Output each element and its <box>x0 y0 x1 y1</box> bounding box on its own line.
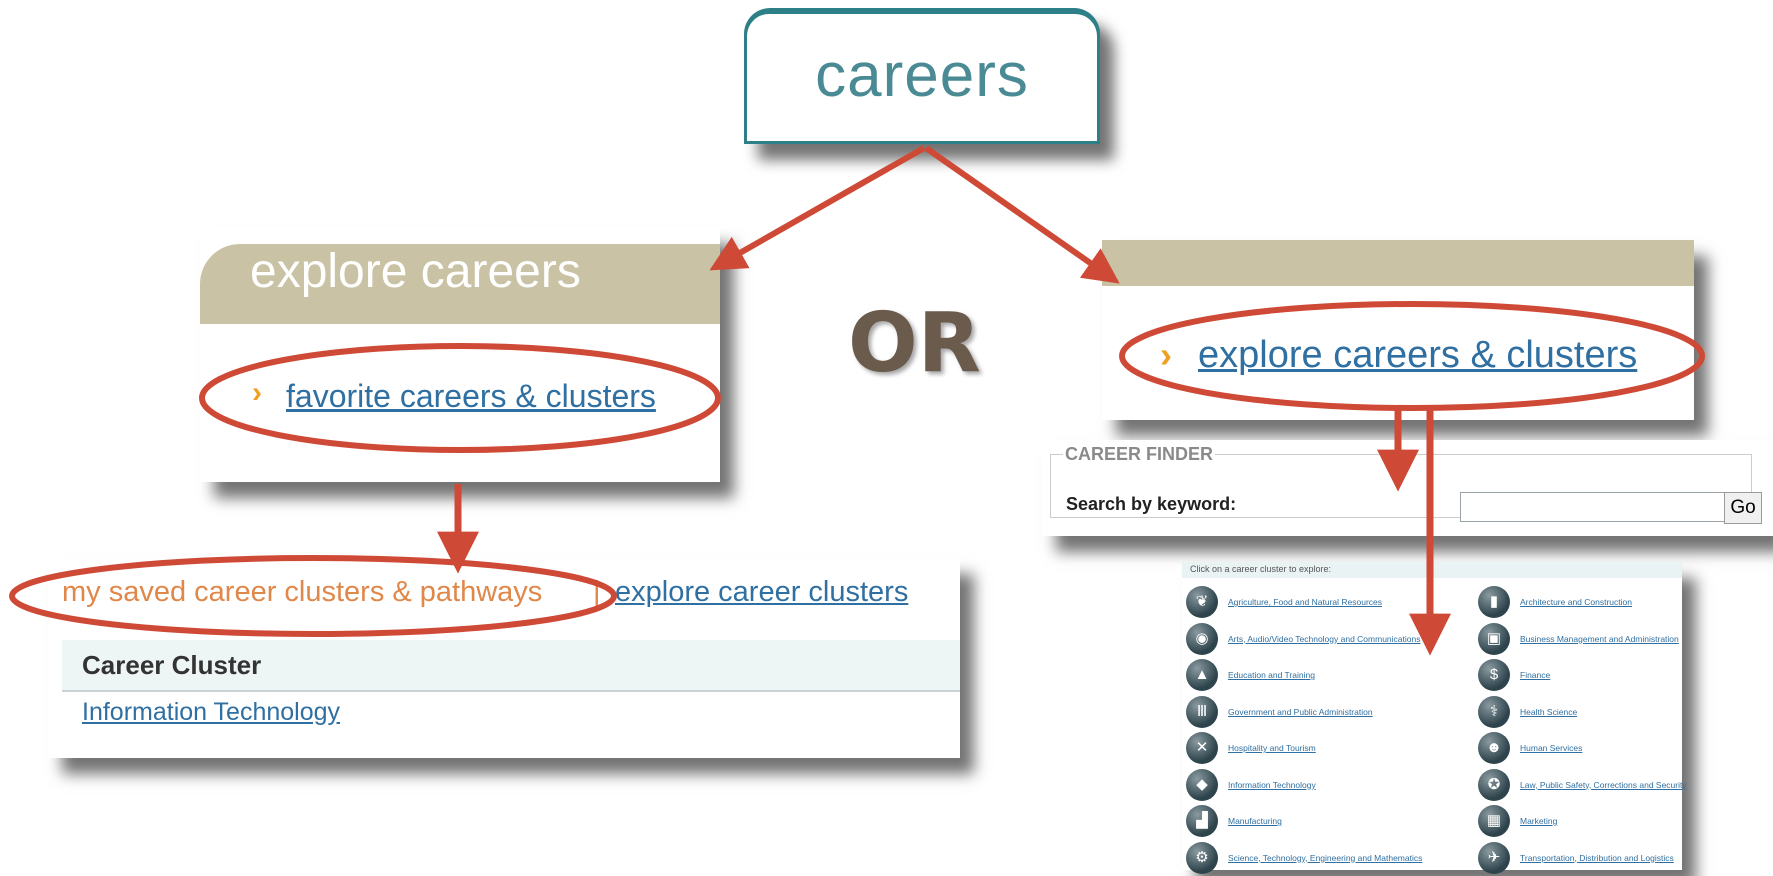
cluster-grid-heading-bar: Click on a career cluster to explore: <box>1182 562 1682 578</box>
graduation-cap-icon: ▲ <box>1186 659 1218 691</box>
cluster-item[interactable]: Ⅲ Government and Public Administration <box>1186 695 1436 730</box>
favorite-careers-link[interactable]: favorite careers & clusters <box>286 378 656 415</box>
or-label: OR <box>848 296 981 391</box>
badge-icon: ✪ <box>1478 768 1510 801</box>
saved-clusters-panel: my saved career clusters & pathways | ex… <box>48 558 960 758</box>
capitol-icon: Ⅲ <box>1186 695 1218 728</box>
career-cluster-grid: Click on a career cluster to explore: ❦ A… <box>1182 562 1687 874</box>
arrow-to-explore-careers <box>709 145 926 271</box>
cluster-item-label[interactable]: Information Technology <box>1228 780 1316 790</box>
cluster-item[interactable]: ▲ Education and Training <box>1186 659 1436 693</box>
briefcase-icon: ▣ <box>1478 622 1510 655</box>
cluster-item-label[interactable]: Hospitality and Tourism <box>1228 743 1316 753</box>
cluster-item-label[interactable]: Manufacturing <box>1228 816 1282 826</box>
explore-careers-title: explore careers <box>250 245 581 298</box>
airplane-icon: ✈ <box>1478 841 1510 874</box>
careers-tab[interactable]: careers <box>744 8 1100 144</box>
cluster-item[interactable]: ❦ Agriculture, Food and Natural Resources <box>1186 586 1436 620</box>
go-button[interactable]: Go <box>1724 492 1762 524</box>
computer-icon: ◆ <box>1186 768 1218 801</box>
career-finder-legend: CAREER FINDER <box>1065 444 1214 464</box>
cluster-item[interactable]: ⚕ Health Science <box>1478 695 1728 730</box>
arrow-to-explore-clusters <box>924 145 1120 284</box>
cluster-item-label[interactable]: Human Services <box>1520 743 1582 753</box>
explore-clusters-header-bar <box>1102 240 1694 286</box>
cluster-item-label[interactable]: Arts, Audio/Video Technology and Communi… <box>1228 634 1420 644</box>
cluster-item-label[interactable]: Science, Technology, Engineering and Mat… <box>1228 853 1422 863</box>
cluster-item[interactable]: ▣ Business Management and Administration <box>1478 622 1728 657</box>
cluster-item-label[interactable]: Government and Public Administration <box>1228 707 1373 717</box>
careers-tab-label: careers <box>815 41 1029 110</box>
explore-careers-panel: explore careers › favorite careers & clu… <box>200 228 720 482</box>
career-finder-panel: CAREER FINDER Search by keyword: Go <box>1042 440 1773 536</box>
cluster-item-label[interactable]: Transportation, Distribution and Logisti… <box>1520 853 1674 863</box>
keyword-search-input[interactable] <box>1460 492 1728 522</box>
cluster-item-label[interactable]: Agriculture, Food and Natural Resources <box>1228 597 1382 607</box>
explore-clusters-panel: › explore careers & clusters <box>1102 240 1694 420</box>
cluster-item[interactable]: ☻ Human Services <box>1478 732 1728 766</box>
factory-icon: ▟ <box>1186 805 1218 837</box>
cluster-item-label[interactable]: Law, Public Safety, Corrections and Secu… <box>1520 780 1687 790</box>
cluster-item[interactable]: ✈ Transportation, Distribution and Logist… <box>1478 841 1728 876</box>
explore-careers-clusters-link[interactable]: explore careers & clusters <box>1198 334 1637 377</box>
cluster-item-label[interactable]: Finance <box>1520 670 1550 680</box>
cluster-item-label[interactable]: Marketing <box>1520 816 1557 826</box>
cluster-item[interactable]: $ Finance <box>1478 659 1728 693</box>
cluster-item[interactable]: ▟ Manufacturing <box>1186 805 1436 839</box>
cluster-item[interactable]: ⚙ Science, Technology, Engineering and Ma… <box>1186 841 1436 876</box>
cluster-grid-heading: Click on a career cluster to explore: <box>1190 564 1332 574</box>
tab-separator: | <box>593 576 601 608</box>
cluster-item-label[interactable]: Business Management and Administration <box>1520 634 1679 644</box>
cluster-item[interactable]: ▦ Marketing <box>1478 805 1728 839</box>
chart-icon: ▦ <box>1478 805 1510 837</box>
cluster-item[interactable]: ✪ Law, Public Safety, Corrections and Sec… <box>1478 768 1728 803</box>
careers-tab-inner: careers <box>747 14 1097 141</box>
cluster-item-label[interactable]: Health Science <box>1520 707 1577 717</box>
tab-explore-career-clusters[interactable]: explore career clusters <box>615 576 908 609</box>
cluster-item[interactable]: ◉ Arts, Audio/Video Technology and Commun… <box>1186 622 1436 657</box>
chevron-right-icon: › <box>252 376 262 409</box>
gears-icon: ⚙ <box>1186 841 1218 874</box>
column-header-career-cluster: Career Cluster <box>82 650 262 680</box>
tab-my-saved-clusters[interactable]: my saved career clusters & pathways <box>62 576 542 609</box>
cluster-item[interactable]: ✕ Hospitality and Tourism <box>1186 732 1436 766</box>
table-header: Career Cluster <box>62 640 960 692</box>
cluster-item[interactable]: ▮ Architecture and Construction <box>1478 586 1728 620</box>
money-icon: $ <box>1478 659 1510 691</box>
buildings-icon: ▮ <box>1478 586 1510 618</box>
cluster-item[interactable]: ◆ Information Technology <box>1186 768 1436 803</box>
people-icon: ☻ <box>1478 732 1510 764</box>
keyword-label: Search by keyword: <box>1066 494 1237 514</box>
cluster-item-label[interactable]: Education and Training <box>1228 670 1315 680</box>
leaf-icon: ❦ <box>1186 586 1218 618</box>
table-row[interactable]: Information Technology <box>82 698 340 727</box>
cluster-item-label[interactable]: Architecture and Construction <box>1520 597 1632 607</box>
camera-icon: ◉ <box>1186 622 1218 655</box>
caduceus-icon: ⚕ <box>1478 695 1510 728</box>
chevron-right-icon: › <box>1160 334 1172 375</box>
utensils-icon: ✕ <box>1186 732 1218 764</box>
